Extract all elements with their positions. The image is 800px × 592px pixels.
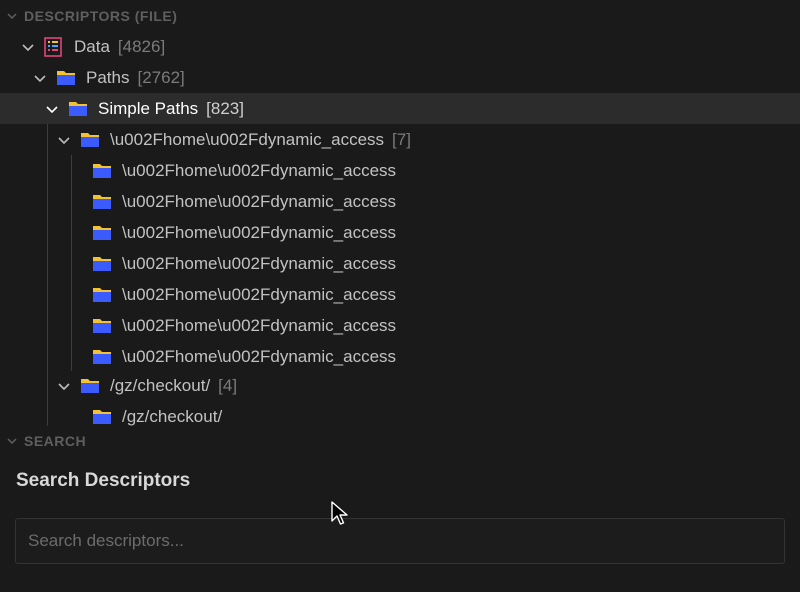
- tree-item-count: [823]: [206, 98, 244, 118]
- chevron-down-icon: [56, 378, 72, 394]
- folder-icon: [80, 131, 102, 149]
- mouse-pointer-icon: [331, 501, 349, 532]
- chevron-down-icon: [44, 101, 60, 117]
- tree-item-label: \u002Fhome\u002Fdynamic_access: [122, 160, 397, 180]
- descriptors-section-title: DESCRIPTORS (FILE): [24, 8, 178, 24]
- descriptors-section-header[interactable]: DESCRIPTORS (FILE): [0, 6, 800, 26]
- folder-icon: [56, 69, 78, 87]
- chevron-down-icon: [20, 39, 36, 55]
- tree-leaf-item[interactable]: \u002Fhome\u002Fdynamic_access: [0, 248, 800, 279]
- tree-item-label: \u002Fhome\u002Fdynamic_access: [122, 284, 397, 304]
- tree-item-count: [4]: [218, 375, 238, 395]
- tree-item-label: Data: [74, 36, 110, 56]
- chevron-down-icon: [56, 132, 72, 148]
- tree-leaf-item[interactable]: \u002Fhome\u002Fdynamic_access: [0, 279, 800, 310]
- folder-icon: [92, 286, 114, 304]
- tree-leaf-item[interactable]: \u002Fhome\u002Fdynamic_access: [0, 341, 800, 372]
- chevron-down-icon: [32, 70, 48, 86]
- folder-icon: [92, 162, 114, 180]
- tree-item-label: /gz/checkout/: [110, 375, 211, 395]
- tree-item-count: [2762]: [137, 67, 185, 87]
- chevron-down-icon: [0, 435, 24, 447]
- folder-icon: [92, 224, 114, 242]
- tree-item-label: \u002Fhome\u002Fdynamic_access: [122, 222, 397, 242]
- tree-leaf-item[interactable]: \u002Fhome\u002Fdynamic_access: [0, 155, 800, 186]
- folder-icon: [92, 317, 114, 335]
- tree-item-count: [4826]: [117, 36, 166, 56]
- folder-icon: [92, 408, 114, 426]
- tree-item-label: /gz/checkout/: [122, 406, 223, 426]
- data-icon: [44, 36, 66, 57]
- tree-item-label: \u002Fhome\u002Fdynamic_access: [110, 129, 385, 149]
- chevron-down-icon: [0, 10, 24, 22]
- search-section-title: SEARCH: [24, 433, 87, 449]
- tree-item-label: \u002Fhome\u002Fdynamic_access: [122, 346, 397, 366]
- tree-item-data[interactable]: Data [4826]: [0, 31, 800, 62]
- tree-item-label: \u002Fhome\u002Fdynamic_access: [122, 315, 397, 335]
- folder-icon: [92, 255, 114, 273]
- descriptors-panel: DESCRIPTORS (FILE) Data [4826] Paths [27…: [0, 0, 800, 592]
- tree-leaf-item[interactable]: \u002Fhome\u002Fdynamic_access: [0, 217, 800, 248]
- tree-item-dynamic-access-group[interactable]: \u002Fhome\u002Fdynamic_access [7]: [0, 124, 800, 155]
- tree-leaf-item[interactable]: \u002Fhome\u002Fdynamic_access: [0, 186, 800, 217]
- tree-item-label: Simple Paths: [98, 98, 199, 118]
- search-title: Search Descriptors: [16, 470, 191, 491]
- tree-item-label: \u002Fhome\u002Fdynamic_access: [122, 253, 397, 273]
- tree-item-label: \u002Fhome\u002Fdynamic_access: [122, 191, 397, 211]
- tree-item-count: [7]: [392, 129, 411, 149]
- folder-icon: [92, 193, 114, 211]
- tree-leaf-item[interactable]: \u002Fhome\u002Fdynamic_access: [0, 310, 800, 341]
- folder-icon: [92, 348, 114, 366]
- tree-item-label: Paths: [86, 67, 130, 87]
- folder-icon: [80, 377, 102, 395]
- tree-item-paths[interactable]: Paths [2762]: [0, 62, 800, 93]
- search-input[interactable]: [15, 518, 785, 564]
- search-section-header[interactable]: SEARCH: [0, 431, 800, 451]
- tree-item-checkout-group[interactable]: /gz/checkout/ [4]: [0, 370, 800, 401]
- folder-icon: [68, 100, 90, 118]
- tree-item-simple-paths[interactable]: Simple Paths [823]: [0, 93, 800, 124]
- tree-leaf-item[interactable]: /gz/checkout/: [0, 401, 800, 432]
